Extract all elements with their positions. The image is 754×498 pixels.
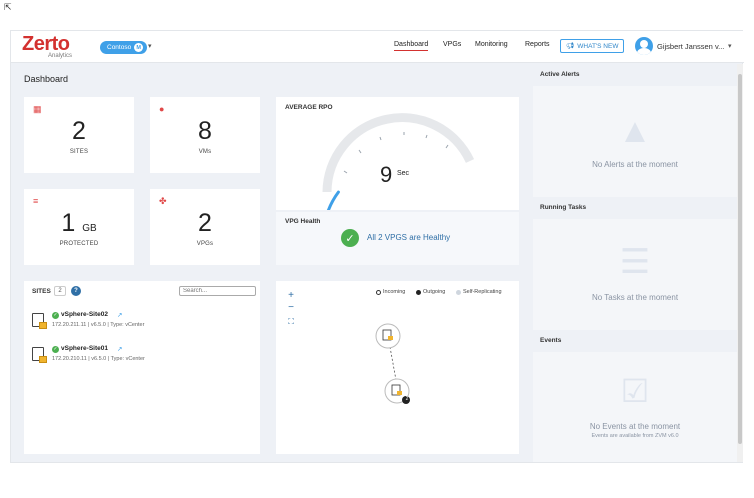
vpg-health-title: VPG Health [285,218,321,225]
running-tasks-header: Running Tasks [533,197,737,219]
vms-count: 8 [198,117,212,145]
logo-sublabel: Analytics [48,53,73,59]
user-caret-icon[interactable]: ▾ [728,42,732,50]
site-server-icon [32,347,47,363]
org-name: Contoso [107,44,132,51]
whats-new-label: WHAT'S NEW [577,42,619,50]
node-badge: 2 [405,396,409,402]
site-name[interactable]: vSphere-Site02 [61,311,108,318]
sites-search-input[interactable] [179,286,256,296]
user-avatar[interactable] [635,37,653,55]
gauge-ticks [343,132,449,174]
mouse-cursor-icon: ⇱ [4,2,12,12]
tasks-empty-text: No Tasks at the moment [591,293,679,302]
scrollbar[interactable] [737,64,743,462]
sites-tile[interactable]: ▦ 2 SITES [24,97,134,173]
events-empty-text: No Events at the moment [589,422,681,431]
sites-count: 2 [72,117,86,145]
vpg-icon: ✤ [159,196,167,206]
whats-new-button[interactable]: 📢︎ WHAT'S NEW [560,39,625,53]
site-ok-icon: ✓ [52,312,59,319]
gauge-track [322,113,475,193]
scrollbar-thumb[interactable] [738,74,742,444]
check-icon: ✓ [341,229,359,247]
zerto-logo[interactable]: Zerto Analytics [22,34,72,59]
org-selector[interactable]: Contoso M [100,41,148,54]
sites-panel-title: SITES [32,288,51,295]
active-alerts-header: Active Alerts [533,64,737,86]
site-row[interactable]: ✓ vSphere-Site01 ↗ 172.20.210.11 | v6.5.… [32,345,252,367]
nav-vpgs[interactable]: VPGs [443,41,461,48]
megaphone-icon: 📢︎ [566,43,575,50]
nav-reports[interactable]: Reports [525,41,550,48]
logo-text: Zerto [22,33,70,55]
help-icon[interactable]: ? [71,286,81,296]
org-caret-icon[interactable]: ▾ [148,42,152,50]
top-header: Zerto Analytics Contoso M ▾ Dashboard VP… [11,31,744,63]
external-link-icon[interactable]: ↗ [117,311,122,319]
database-icon: ≡ [33,196,39,206]
site-name[interactable]: vSphere-Site01 [61,345,108,352]
sites-panel-count: 2 [54,286,66,296]
sites-label: SITES [69,149,89,155]
protected-value-wrap: 1 GB [24,209,134,238]
site-meta: 172.20.211.11 | v6.5.0 | Type: vCenter [52,322,145,328]
events-empty-subtext: Events are available from ZVM v6.0 [591,433,679,439]
vpgs-label: VPGs [196,241,214,247]
protected-label: PROTECTED [59,241,99,247]
topology-panel: + − ⛶ Incoming Outgoing Self-Replicating [276,281,519,454]
topology-graph [375,323,410,404]
vpgs-tile[interactable]: ✤ 2 VPGs [150,189,260,265]
events-header: Events [533,330,737,352]
rpo-gauge [322,113,475,210]
protected-tile[interactable]: ≡ 1 GB PROTECTED [24,189,134,265]
vpgs-count: 2 [198,209,212,237]
site-server-icon [32,313,47,329]
sites-icon: ▦ [33,104,42,114]
replication-link [389,346,397,381]
external-link-icon[interactable]: ↗ [117,345,122,353]
calendar-check-icon: ☑ [620,373,650,409]
nav-dashboard[interactable]: Dashboard [394,41,429,51]
page-title: Dashboard [24,74,69,84]
right-panel: Active Alerts ▲ No Alerts at the moment … [533,64,737,462]
org-badge: M [134,43,144,52]
average-rpo-card: AVERAGE RPO 9 Sec [276,97,519,210]
vpg-health-card: VPG Health ✓ All 2 VPGS are Healthy [276,212,519,265]
tasks-list-icon: ☰ [619,243,651,281]
app-window: Zerto Analytics Contoso M ▾ Dashboard VP… [10,30,744,463]
sites-panel: SITES 2 ? ✓ vSphere-Site02 ↗ 172.20.211.… [24,281,260,454]
site-ok-icon: ✓ [52,346,59,353]
site-row[interactable]: ✓ vSphere-Site02 ↗ 172.20.211.11 | v6.5.… [32,311,252,333]
gauge-fill [326,190,340,210]
vpg-health-status: All 2 VPGS are Healthy [367,233,451,242]
warning-icon: ▲ [618,112,652,150]
alerts-empty-text: No Alerts at the moment [592,160,678,169]
protected-unit: GB [82,223,97,234]
user-name[interactable]: Gijsbert Janssen v... [657,42,724,51]
site-meta: 172.20.210.11 | v6.5.0 | Type: vCenter [52,356,145,362]
vms-tile[interactable]: ● 8 VMs [150,97,260,173]
protected-value: 1 [61,209,76,237]
vm-icon: ● [159,104,165,114]
nav-monitoring[interactable]: Monitoring [475,41,508,48]
rpo-unit: Sec [397,170,410,177]
vms-label: VMs [198,149,212,155]
rpo-value: 9 [380,162,393,187]
site-node[interactable] [375,323,401,349]
